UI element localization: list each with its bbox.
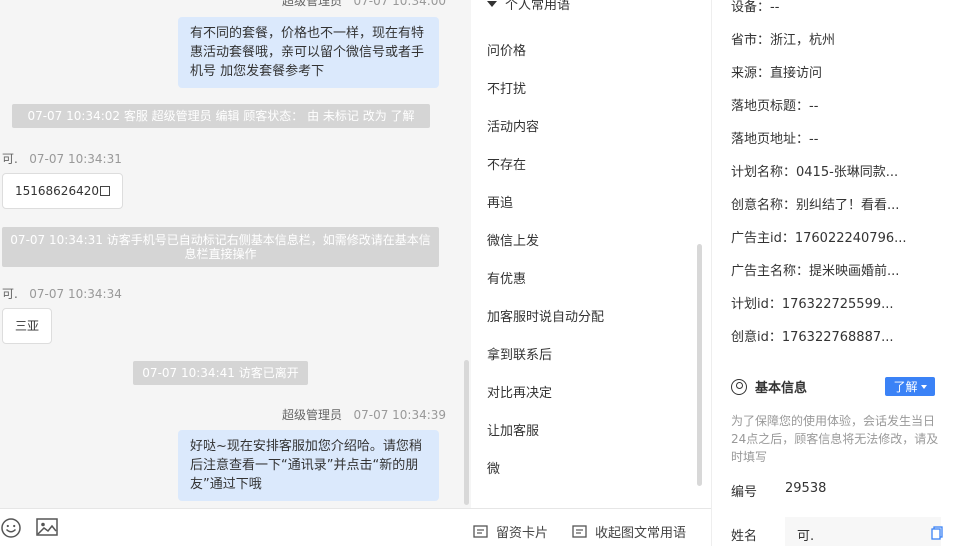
plan-id-row: 计划id：176322725599... <box>731 297 894 312</box>
phrases-scrollbar[interactable] <box>697 244 702 486</box>
id-label: 编号 <box>731 485 758 500</box>
phrase-item[interactable]: 再追 <box>487 192 513 211</box>
phrase-group-title: 个人常用语 <box>505 0 571 13</box>
copy-icon[interactable] <box>99 186 110 196</box>
agent-message-bubble: 有不同的套餐，价格也不一样，现在有特惠活动套餐哦，亲可以留个微信号或者手机号 加… <box>178 17 439 88</box>
name-label: 姓名 <box>731 529 758 544</box>
phrase-item[interactable]: 活动内容 <box>487 116 539 135</box>
system-notice: 07-07 10:34:31 访客手机号已自动标记右侧基本信息栏，如需修改请在基… <box>2 227 439 267</box>
creative-id-row: 创意id：176322768887... <box>731 330 894 345</box>
customer-status-dropdown[interactable]: 了解 <box>885 377 935 396</box>
device-row: 设备：-- <box>731 0 780 15</box>
triangle-down-icon <box>487 0 497 7</box>
phrase-group-header[interactable]: 个人常用语 <box>487 0 570 13</box>
message-time: 07-07 10:34:00 <box>353 0 447 8</box>
phrase-item[interactable]: 加客服时说自动分配 <box>487 306 604 325</box>
lead-card-label: 留资卡片 <box>496 526 549 541</box>
system-notice: 07-07 10:34:41 访客已离开 <box>133 361 308 385</box>
sender-name: 可. <box>2 287 18 301</box>
phrase-item[interactable]: 有优惠 <box>487 268 526 287</box>
visitor-message-bubble: 三亚 <box>2 308 53 344</box>
chat-scrollbar[interactable] <box>464 360 469 505</box>
user-icon <box>731 378 747 395</box>
visitor-message-bubble: 15168626420 <box>2 173 123 209</box>
phrase-item[interactable]: 微信上发 <box>487 230 539 249</box>
message-meta: 可. 07-07 10:34:31 <box>2 150 122 167</box>
phrase-item[interactable]: 让加客服 <box>487 420 539 439</box>
sender-name: 可. <box>2 152 18 166</box>
collapse-phrases-button[interactable]: 收起图文常用语 <box>572 522 686 541</box>
image-icon[interactable] <box>36 517 58 541</box>
lead-card-button[interactable]: 留资卡片 <box>473 522 548 541</box>
source-row: 来源：直接访问 <box>731 66 823 81</box>
landing-url-row: 落地页地址：-- <box>731 132 819 147</box>
landing-title-row: 落地页标题：-- <box>731 99 819 114</box>
phrase-item[interactable]: 拿到联系后 <box>487 344 552 363</box>
info-hint: 为了保障您的使用体验，会话发生当日24点之后，顾客信息将无法修改，请及时填写 <box>731 414 939 464</box>
phone-number-text: 15168626420 <box>15 184 99 198</box>
plan-name-row: 计划名称：0415-张琳同款... <box>731 165 899 180</box>
message-meta: 超级管理员 07-07 10:34:39 <box>282 406 446 423</box>
system-notice: 07-07 10:34:02 客服 超级管理员 编辑 顾客状态： 由 未标记 改… <box>12 104 430 128</box>
id-value: 29538 <box>785 481 827 496</box>
quick-phrases-panel: 个人常用语 问价格 不打扰 活动内容 不存在 再追 微信上发 有优惠 加客服时说… <box>471 0 711 508</box>
smile-icon[interactable] <box>0 517 22 543</box>
caret-down-icon <box>920 384 927 389</box>
message-time: 07-07 10:34:34 <box>29 287 122 301</box>
sender-name: 超级管理员 <box>282 408 343 422</box>
message-meta: 可. 07-07 10:34:34 <box>2 285 122 302</box>
advertiser-name-row: 广告主名称：提米映画婚前... <box>731 264 900 279</box>
agent-message-bubble: 好哒~现在安排客服加您介绍哈。请您稍后注意查看一下“通讯录”并点击“新的朋友”通… <box>178 430 439 501</box>
phrase-item[interactable]: 对比再决定 <box>487 382 552 401</box>
copy-icon[interactable] <box>931 526 943 544</box>
visitor-info-panel: 设备：-- 省市：浙江，杭州 来源：直接访问 落地页标题：-- 落地页地址：--… <box>711 0 961 546</box>
message-meta: 超级管理员 07-07 10:34:00 <box>282 0 446 9</box>
phrase-item[interactable]: 微 <box>487 458 500 477</box>
advertiser-id-row: 广告主id：176022240796... <box>731 231 907 246</box>
message-icon <box>572 525 587 538</box>
phrase-item[interactable]: 问价格 <box>487 40 526 59</box>
basic-info-heading: 基本信息 <box>731 377 807 396</box>
collapse-phrases-label: 收起图文常用语 <box>595 526 687 541</box>
basic-info-title: 基本信息 <box>755 381 808 396</box>
creative-name-row: 创意名称：别纠结了！看看... <box>731 198 900 213</box>
input-toolbar: 留资卡片 收起图文常用语 <box>0 508 711 546</box>
message-time: 07-07 10:34:39 <box>353 408 447 422</box>
chat-panel[interactable]: 超级管理员 07-07 10:34:00 有不同的套餐，价格也不一样，现在有特惠… <box>0 0 471 508</box>
customer-status-label: 了解 <box>893 380 918 394</box>
phrase-item[interactable]: 不打扰 <box>487 78 526 97</box>
province-row: 省市：浙江，杭州 <box>731 33 836 48</box>
card-icon <box>473 525 488 538</box>
sender-name: 超级管理员 <box>282 0 343 8</box>
name-field[interactable]: 可. <box>785 517 941 546</box>
phrase-item[interactable]: 不存在 <box>487 154 526 173</box>
message-time: 07-07 10:34:31 <box>29 152 122 166</box>
